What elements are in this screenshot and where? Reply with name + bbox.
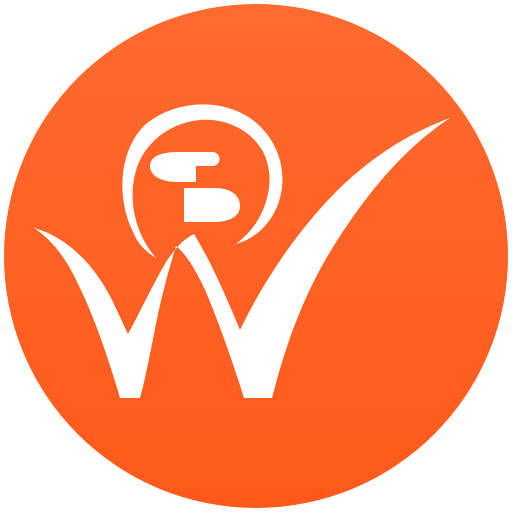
w-checkmark-dollar-logo-icon (4, 4, 508, 508)
app-logo (0, 0, 512, 512)
coin-symbol-bottom (184, 188, 240, 222)
